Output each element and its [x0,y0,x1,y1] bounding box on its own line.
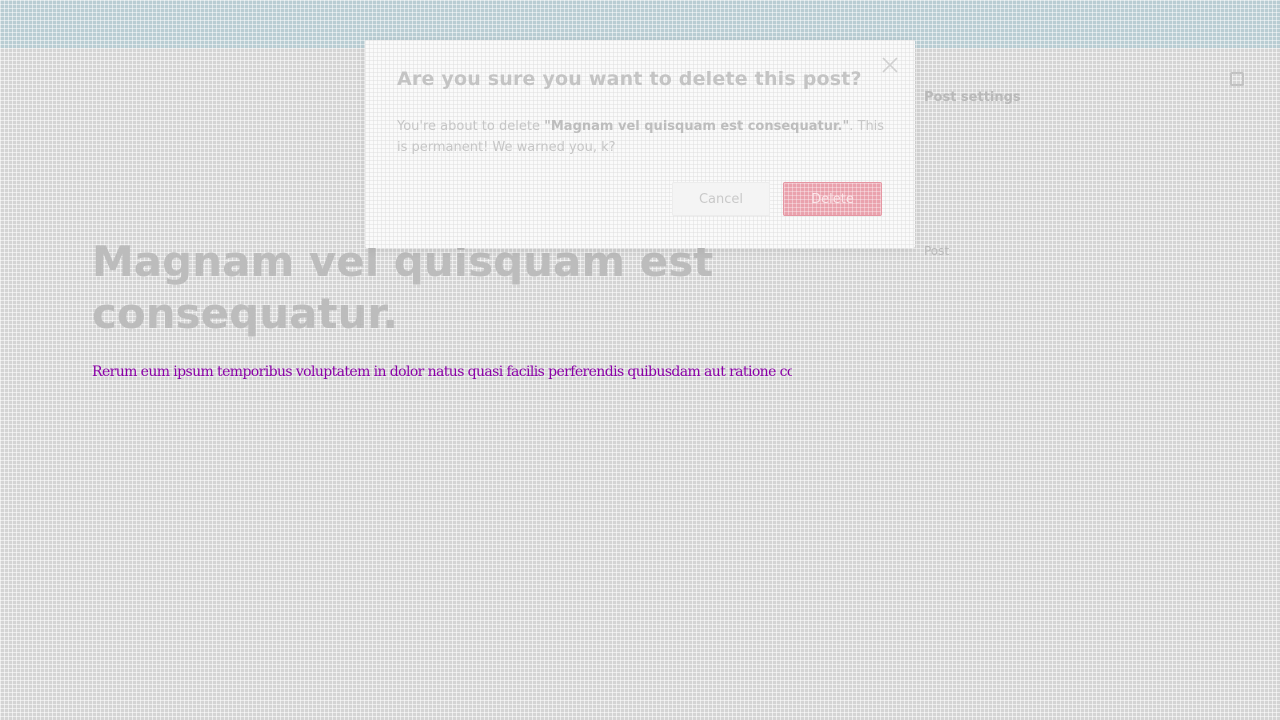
close-icon[interactable] [879,54,901,76]
delete-button[interactable]: Delete [783,182,882,216]
sidebar-toggle-icon[interactable] [1230,72,1244,86]
modal-message: You're about to delete "Magnam vel quisq… [397,116,887,158]
cancel-button[interactable]: Cancel [672,182,770,216]
sidebar-section-post: Post [924,244,950,258]
modal-message-prefix: You're about to delete [397,119,545,134]
post-body[interactable]: Rerum eum ipsum temporibus voluptatem in… [92,364,792,380]
modal-message-post-title: "Magnam vel quisquam est consequatur." [544,119,850,134]
post-settings-sidebar: Post settings Post [924,70,1254,720]
delete-post-modal: Are you sure you want to delete this pos… [365,40,915,248]
modal-title: Are you sure you want to delete this pos… [397,68,862,90]
sidebar-heading: Post settings [924,90,1021,105]
post-title[interactable]: Magnam vel quisquam est consequatur. [92,236,792,340]
